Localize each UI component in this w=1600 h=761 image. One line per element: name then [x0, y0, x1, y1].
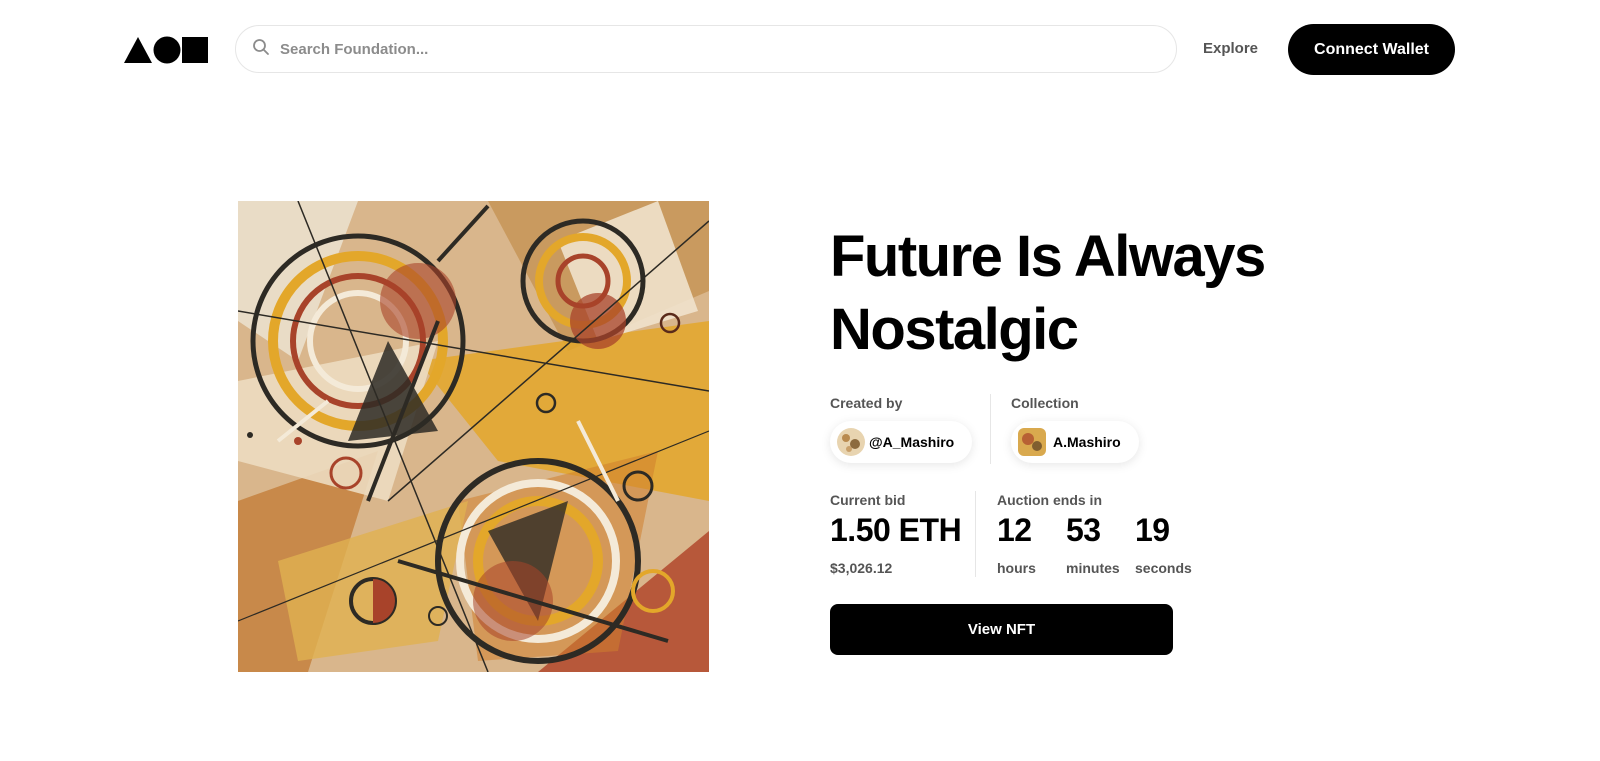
current-bid-value: 1.50 ETH — [830, 512, 962, 548]
abstract-artwork-image[interactable] — [238, 201, 709, 672]
auction-ends-label: Auction ends in — [997, 492, 1102, 508]
countdown-hours-unit: hours — [997, 560, 1036, 576]
search-bar[interactable] — [235, 25, 1177, 73]
countdown-hours-value: 12 — [997, 512, 1032, 548]
view-nft-button[interactable]: View NFT — [830, 604, 1173, 655]
search-icon — [252, 38, 270, 61]
divider — [975, 491, 976, 577]
collection-avatar — [1018, 428, 1046, 456]
creator-chip[interactable]: @A_Mashiro — [830, 421, 973, 463]
creator-username: @A_Mashiro — [869, 434, 955, 450]
collection-chip[interactable]: A.Mashiro — [1011, 421, 1139, 463]
current-bid-label: Current bid — [830, 492, 906, 508]
foundation-logo-icon[interactable] — [124, 36, 210, 64]
countdown-seconds-unit: seconds — [1135, 560, 1192, 576]
current-bid-usd: $3,026.12 — [830, 560, 893, 576]
divider — [990, 394, 991, 464]
countdown-minutes-value: 53 — [1066, 512, 1101, 548]
connect-wallet-button[interactable]: Connect Wallet — [1288, 24, 1455, 75]
countdown-seconds-value: 19 — [1135, 512, 1170, 548]
collection-label: Collection — [1011, 395, 1079, 411]
created-by-label: Created by — [830, 395, 903, 411]
explore-link[interactable]: Explore — [1203, 40, 1258, 57]
countdown-minutes-unit: minutes — [1066, 560, 1120, 576]
collection-name: A.Mashiro — [1053, 434, 1121, 450]
creator-avatar — [837, 428, 865, 456]
nft-title: Future Is Always Nostalgic — [830, 224, 1266, 362]
search-input[interactable] — [278, 39, 1142, 59]
